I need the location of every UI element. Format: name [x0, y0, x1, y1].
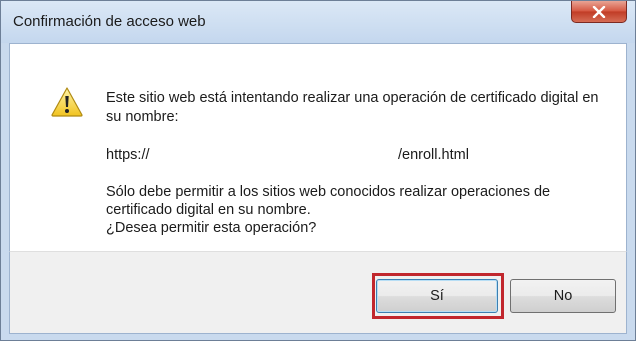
dialog-message: Este sitio web está intentando realizar …	[106, 90, 599, 125]
url-path: /enroll.html	[398, 147, 469, 163]
warning-icon	[50, 86, 84, 118]
yes-button[interactable]: Sí	[376, 279, 498, 313]
window-title: Confirmación de acceso web	[13, 13, 206, 30]
url-protocol: https://	[106, 147, 150, 163]
dialog-window: Confirmación de acceso web Este sitio we…	[0, 0, 636, 341]
dialog-note: Sólo debe permitir a los sitios web cono…	[106, 183, 616, 237]
dialog-content: Este sitio web está intentando realizar …	[9, 43, 627, 251]
title-bar[interactable]: Confirmación de acceso web	[1, 1, 635, 43]
close-icon	[572, 1, 626, 22]
note-text: Sólo debe permitir a los sitios web cono…	[106, 184, 551, 218]
close-button[interactable]	[571, 1, 627, 23]
question-text: ¿Desea permitir esta operación?	[106, 220, 317, 236]
no-button[interactable]: No	[510, 279, 616, 313]
button-bar: Sí No	[9, 251, 627, 334]
